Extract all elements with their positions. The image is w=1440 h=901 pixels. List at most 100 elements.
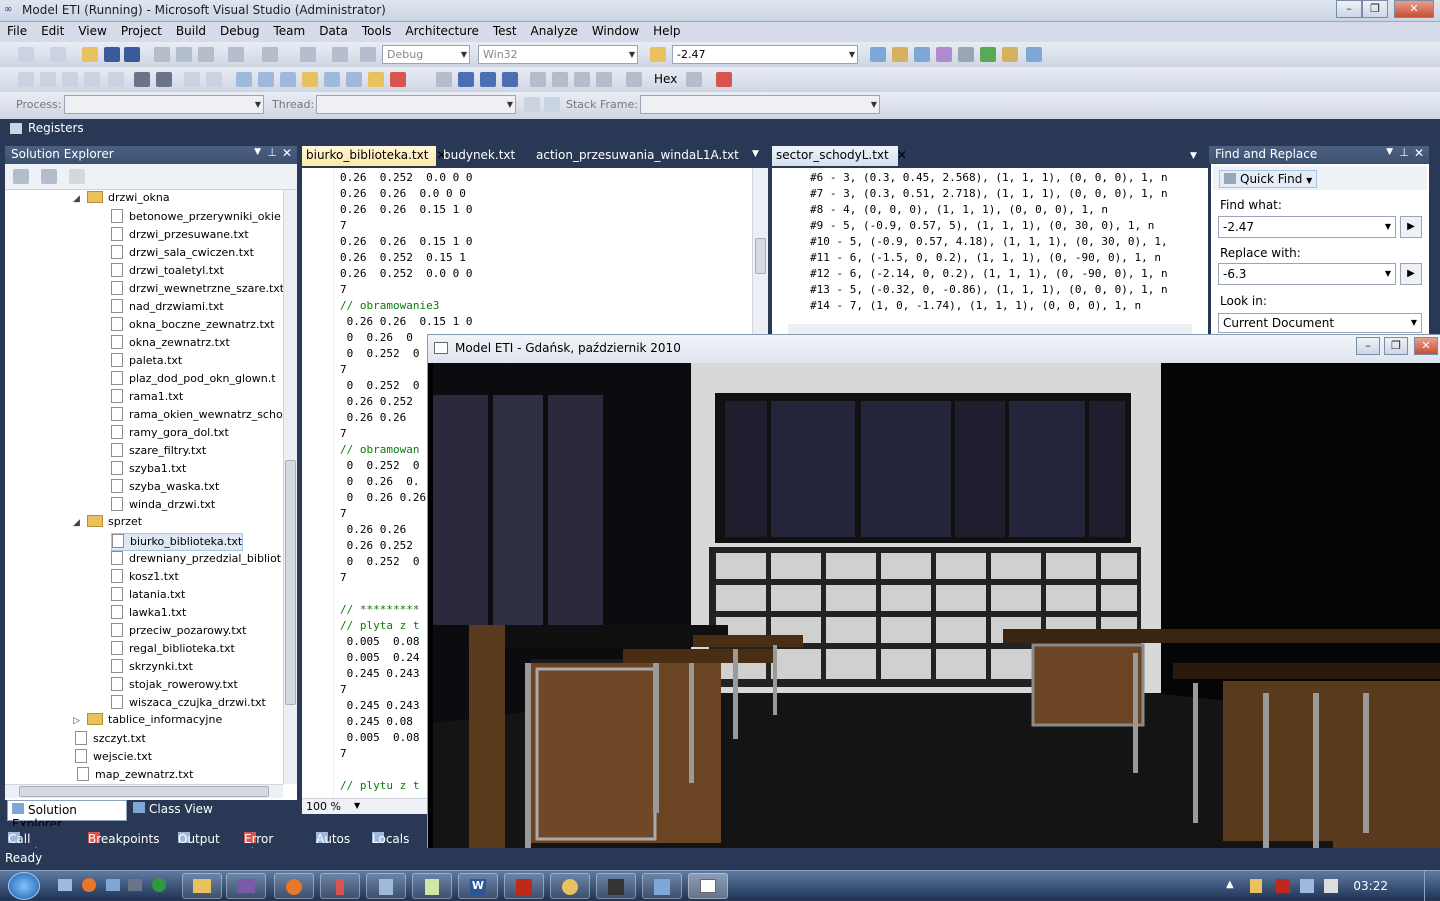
tree-file[interactable]: skrzynki.txt [111, 659, 193, 677]
editor-scrollbar-thumb[interactable] [755, 238, 766, 274]
pin-icon[interactable]: ⊥ [267, 146, 277, 159]
breakpoints-icon[interactable] [716, 72, 732, 87]
show-desktop-button[interactable] [1424, 871, 1440, 901]
task-console[interactable] [596, 873, 636, 899]
break-all-icon[interactable] [458, 72, 474, 87]
tree-file[interactable]: szyba1.txt [111, 461, 186, 479]
scrollbar-thumb[interactable] [285, 460, 296, 705]
menu-project[interactable]: Project [114, 22, 169, 38]
tab-solution-explorer[interactable]: Solution Explorer [7, 800, 127, 831]
menu-team[interactable]: Team [266, 22, 312, 38]
tree-file[interactable]: rama1.txt [111, 389, 183, 407]
tray-flag-icon[interactable] [1276, 879, 1290, 893]
menu-file[interactable]: File [0, 22, 34, 38]
tree-file[interactable]: betonowe_przerywniki_okie [111, 209, 281, 227]
find-in-files-icon[interactable] [650, 47, 666, 62]
pin-icon[interactable]: ⊥ [1399, 146, 1409, 159]
step-into-icon[interactable] [552, 72, 568, 87]
step-over-icon[interactable] [574, 72, 590, 87]
copy-icon[interactable] [176, 47, 192, 62]
task-acrobat[interactable] [504, 873, 544, 899]
navigate-forward-icon[interactable] [332, 47, 348, 62]
outdent-icon[interactable] [108, 72, 124, 87]
tray-media-icon[interactable] [1250, 879, 1262, 893]
menu-view[interactable]: View [71, 22, 113, 38]
tree-file[interactable]: nad_drzwiami.txt [111, 299, 224, 317]
solution-configuration-select[interactable]: Debug ▼ [382, 45, 470, 64]
menu-debug[interactable]: Debug [213, 22, 266, 38]
task-notepad[interactable] [412, 873, 452, 899]
toggle-bookmark-icon[interactable] [184, 72, 200, 87]
tab-class-view[interactable]: Class View [133, 802, 213, 816]
minimize-button[interactable]: – [1336, 0, 1362, 18]
panel-dropdown-icon[interactable]: ▼ [1386, 147, 1393, 157]
tree-file[interactable]: lawka1.txt [111, 605, 186, 623]
panel-close-icon[interactable]: ✕ [282, 146, 292, 160]
h-scrollbar-thumb[interactable] [19, 786, 269, 797]
stack-frame-select[interactable]: ▼ [640, 95, 880, 114]
tree-file[interactable]: drewniany_przedzial_bibliot [111, 551, 281, 569]
open-file-icon[interactable] [82, 47, 98, 62]
tree-folder[interactable]: ▷ tablice_informacyjne [73, 713, 222, 731]
look-in-select[interactable]: Current Document ▼ [1218, 313, 1422, 333]
3d-scene-viewport[interactable] [433, 363, 1440, 873]
quick-find-button[interactable]: Quick Find ▼ [1219, 170, 1318, 188]
task-media[interactable] [550, 873, 590, 899]
comment-icon[interactable] [134, 72, 150, 87]
bookmark-window-icon[interactable] [236, 72, 252, 87]
tray-volume-icon[interactable] [1324, 879, 1338, 893]
task-visual-studio[interactable] [226, 873, 266, 899]
tree-file[interactable]: drzwi_wewnetrzne_szare.txt [111, 281, 283, 299]
filter-icon[interactable] [544, 97, 560, 112]
menu-tools[interactable]: Tools [355, 22, 399, 38]
tree-file[interactable]: szare_filtry.txt [111, 443, 206, 461]
toggle-flag-icon[interactable] [524, 97, 540, 112]
tree-file[interactable]: regal_biblioteka.txt [111, 641, 235, 659]
zoom-level[interactable]: 100 % [306, 800, 341, 813]
prev-bookmark-icon[interactable] [258, 72, 274, 87]
tree-file[interactable]: biurko_biblioteka.txt [111, 533, 244, 551]
menu-window[interactable]: Window [585, 22, 646, 38]
paste-icon[interactable] [198, 47, 214, 62]
utorrent-quicklaunch-icon[interactable] [152, 878, 166, 892]
step-out-icon[interactable] [596, 72, 612, 87]
object-browser-icon[interactable] [914, 47, 930, 62]
tree-file[interactable]: plaz_dod_pod_okn_glown.t [111, 371, 276, 389]
tree-vertical-scrollbar[interactable] [283, 190, 297, 784]
cut-icon[interactable] [154, 47, 170, 62]
show-desktop-icon[interactable] [58, 879, 72, 891]
explorer-quicklaunch-icon[interactable] [106, 879, 120, 891]
code-text-2[interactable]: #6 - 3, (0.3, 0.45, 2.568), (1, 1, 1), (… [810, 170, 1168, 314]
find-expression-builder-icon[interactable]: ▶ [1400, 216, 1422, 238]
stop-debugging-icon[interactable] [480, 72, 496, 87]
tab-list-dropdown-icon[interactable]: ▼ [752, 149, 759, 159]
tab-action-przesuwania[interactable]: action_przesuwania_windaL1A.txt [532, 146, 743, 166]
show-hidden-icons-icon[interactable]: ▲ [1226, 879, 1234, 890]
menu-edit[interactable]: Edit [34, 22, 71, 38]
zoom-dropdown-icon[interactable]: ▼ [354, 801, 360, 810]
extension-manager-icon[interactable] [980, 47, 996, 62]
collapse-arrow-icon[interactable]: ◢ [73, 194, 87, 204]
delete-bookmark-icon[interactable] [390, 72, 406, 87]
tree-file[interactable]: przeciw_pozarowy.txt [111, 623, 246, 641]
navigate-backward-icon[interactable] [300, 47, 316, 62]
uncomment-icon[interactable] [156, 72, 172, 87]
restore-button[interactable]: ❐ [1362, 0, 1388, 18]
parameter-info-icon[interactable] [62, 72, 78, 87]
tab-close-icon[interactable]: ✕ [897, 148, 907, 162]
tree-file[interactable]: szczyt.txt [75, 731, 146, 749]
undo-icon[interactable] [228, 47, 244, 62]
solution-explorer-icon[interactable] [870, 47, 886, 62]
tab-list-dropdown-icon[interactable]: ▼ [1190, 151, 1197, 161]
save-icon[interactable] [104, 47, 120, 62]
restart-icon[interactable] [502, 72, 518, 87]
task-explorer[interactable] [182, 873, 222, 899]
task-word[interactable]: W [458, 873, 498, 899]
new-project-icon[interactable] [18, 47, 34, 62]
menu-data[interactable]: Data [312, 22, 355, 38]
redo-icon[interactable] [262, 47, 278, 62]
tree-file[interactable]: rama_okien_wewnatrz_scho [111, 407, 283, 425]
command-window-icon[interactable] [1026, 47, 1042, 62]
game-minimize-button[interactable]: – [1356, 337, 1380, 355]
tree-file[interactable]: wiszaca_czujka_drzwi.txt [111, 695, 266, 713]
